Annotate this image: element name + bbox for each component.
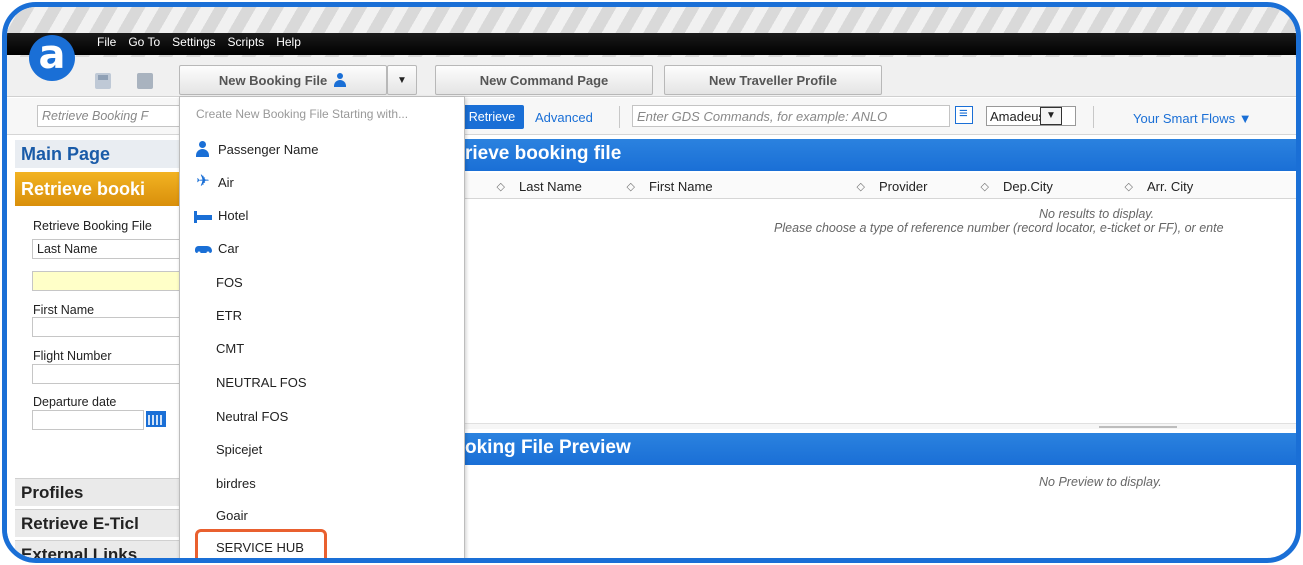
retrieve-booking-section[interactable]: Retrieve booki <box>15 172 190 206</box>
booking-preview-header: oking File Preview <box>465 433 1296 465</box>
departure-date-field[interactable] <box>32 410 144 430</box>
save-icon[interactable] <box>95 73 111 89</box>
menu-item-label: Passenger Name <box>218 141 319 157</box>
menu-item-label: Hotel <box>218 207 249 223</box>
app-window: File Go To Settings Scripts Help a New B… <box>2 2 1301 563</box>
no-results-message: No results to display. <box>1039 207 1155 221</box>
col-last-name[interactable]: Last Name <box>519 179 582 194</box>
menu-item-spicejet[interactable]: Spicejet <box>216 437 262 461</box>
retrieve-booking-input[interactable]: Retrieve Booking F <box>37 105 182 127</box>
retrieve-button[interactable]: Retrieve <box>460 105 524 129</box>
profiles-section[interactable]: Profiles <box>15 478 190 506</box>
sort-icon[interactable]: ◇ <box>497 180 505 193</box>
bed-icon <box>194 207 212 223</box>
calendar-icon[interactable] <box>146 411 166 427</box>
new-booking-dropdown-button[interactable]: ▼ <box>387 65 417 95</box>
menu-item-birdres[interactable]: birdres <box>216 471 256 495</box>
new-traveller-profile-button[interactable]: New Traveller Profile <box>664 65 882 95</box>
retrieve-eticket-section[interactable]: Retrieve E-Ticl <box>15 509 190 537</box>
print-icon[interactable] <box>137 73 153 89</box>
divider <box>1093 106 1094 128</box>
menu-file[interactable]: File <box>97 35 116 49</box>
list-icon[interactable] <box>955 105 973 124</box>
amadeus-logo-icon: a <box>29 35 75 81</box>
service-hub-highlight <box>195 529 327 558</box>
flight-number-field[interactable] <box>32 364 182 384</box>
sort-icon[interactable]: ◇ <box>627 180 635 193</box>
menu-item-hotel[interactable]: Hotel <box>194 203 248 227</box>
menu-item-label: Car <box>218 240 239 256</box>
menu-item-goair[interactable]: Goair <box>216 503 248 527</box>
menu-item-passenger-name[interactable]: Passenger Name <box>194 137 318 161</box>
menu-help[interactable]: Help <box>276 35 301 49</box>
col-provider[interactable]: Provider <box>879 179 927 194</box>
advanced-link[interactable]: Advanced <box>535 110 593 125</box>
new-booking-dropdown-menu: Create New Booking File Starting with...… <box>179 96 465 558</box>
menu-goto[interactable]: Go To <box>128 35 160 49</box>
divider <box>619 106 620 128</box>
gds-command-input[interactable]: Enter GDS Commands, for example: ANLO <box>632 105 950 127</box>
person-icon <box>333 73 347 87</box>
new-booking-file-button[interactable]: New Booking File <box>179 65 387 95</box>
retrieve-booking-header: rieve booking file <box>465 139 1296 171</box>
first-name-label: First Name <box>33 303 95 317</box>
col-arr-city[interactable]: Arr. City <box>1147 179 1193 194</box>
main-page-section[interactable]: Main Page <box>15 140 190 168</box>
menu-items: File Go To Settings Scripts Help <box>97 35 301 49</box>
departure-date-label: Departure date <box>33 395 117 409</box>
dropdown-heading: Create New Booking File Starting with... <box>196 107 409 121</box>
smart-flows-link[interactable]: Your Smart Flows ▼ <box>1133 111 1252 126</box>
menu-item-fos[interactable]: FOS <box>216 270 243 294</box>
search-type-select[interactable]: Last Name <box>32 239 182 259</box>
menu-item-label: Air <box>218 174 234 190</box>
external-links-section[interactable]: External Links <box>15 540 190 558</box>
menu-item-etr[interactable]: ETR <box>216 303 242 327</box>
new-booking-file-label: New Booking File <box>218 72 328 88</box>
first-name-field[interactable] <box>32 317 182 337</box>
pane-splitter[interactable] <box>465 423 1296 429</box>
col-dep-city[interactable]: Dep.City <box>1003 179 1053 194</box>
retrieve-booking-file-label: Retrieve Booking File <box>33 219 152 233</box>
new-command-page-button[interactable]: New Command Page <box>435 65 653 95</box>
menu-item-cmt[interactable]: CMT <box>216 336 244 360</box>
flight-number-label: Flight Number <box>33 349 112 363</box>
sort-icon[interactable]: ◇ <box>857 180 865 193</box>
airplane-icon: ✈ <box>196 173 210 190</box>
sort-icon[interactable]: ◇ <box>1125 180 1133 193</box>
no-results-hint: Please choose a type of reference number… <box>774 221 1224 235</box>
menu-item-air[interactable]: ✈ Air <box>194 170 234 194</box>
last-name-field[interactable] <box>32 271 182 291</box>
no-preview-message: No Preview to display. <box>1039 475 1162 489</box>
results-table-header: ◇ Last Name ◇ First Name ◇ Provider ◇ Dep.C… <box>465 173 1296 199</box>
menu-item-neutral-fos-upper[interactable]: NEUTRAL FOS <box>216 370 307 394</box>
menu-item-neutral-fos[interactable]: Neutral FOS <box>216 404 288 428</box>
person-icon <box>194 141 212 157</box>
col-first-name[interactable]: First Name <box>649 179 713 194</box>
menu-scripts[interactable]: Scripts <box>228 35 265 49</box>
menu-settings[interactable]: Settings <box>172 35 215 49</box>
car-icon <box>194 240 212 256</box>
sort-icon[interactable]: ◇ <box>981 180 989 193</box>
provider-select[interactable]: Amadeus <box>986 106 1076 126</box>
chevron-down-icon[interactable]: ▼ <box>1040 107 1062 125</box>
menu-item-car[interactable]: Car <box>194 236 239 260</box>
